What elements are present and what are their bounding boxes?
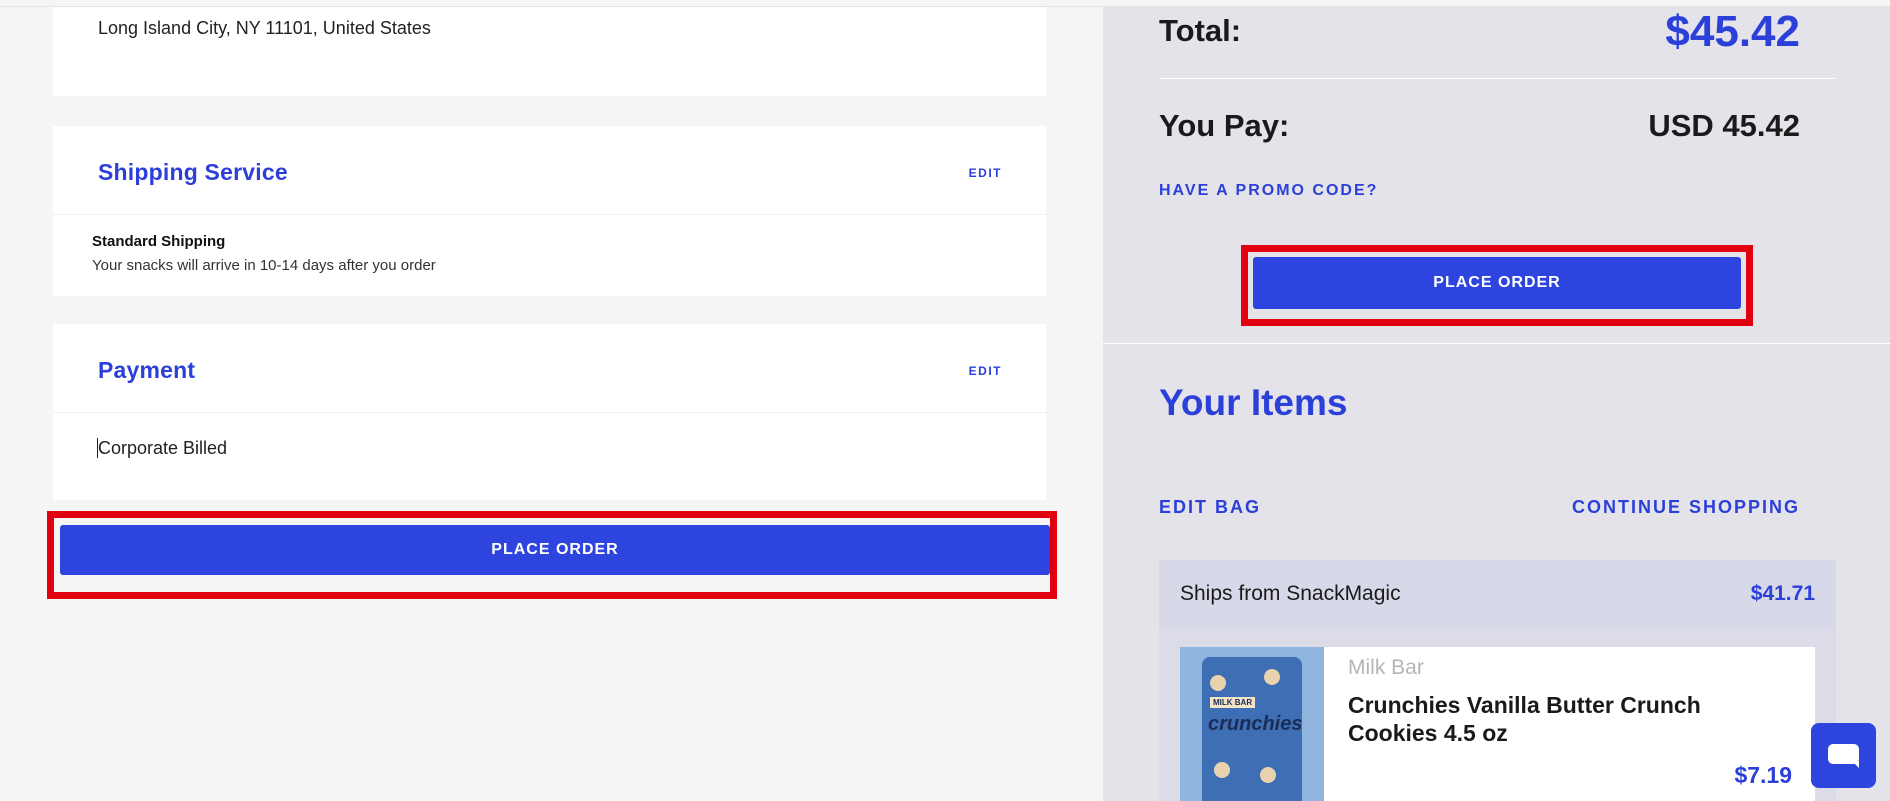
place-order-button[interactable]: PLACE ORDER — [60, 525, 1050, 575]
ships-from-group: Ships from SnackMagic $41.71 MILK BAR cr… — [1159, 560, 1836, 801]
total-label: Total: — [1159, 13, 1242, 48]
shipping-service-card: Shipping Service EDIT Standard Shipping … — [53, 126, 1046, 296]
checkout-details: Long Island City, NY 11101, United State… — [0, 7, 1103, 801]
chat-button[interactable] — [1811, 723, 1876, 788]
item-brand: Milk Bar — [1348, 656, 1424, 679]
payment-card: Payment EDIT Corporate Billed — [53, 324, 1046, 500]
edit-bag-link[interactable]: EDIT BAG — [1159, 497, 1261, 518]
place-order-highlight: PLACE ORDER — [47, 511, 1057, 599]
product-image-name: crunchies — [1208, 713, 1303, 735]
promo-code-link[interactable]: HAVE A PROMO CODE? — [1159, 182, 1378, 200]
shipping-service-header: Shipping Service EDIT — [53, 126, 1046, 215]
cookie-graphic — [1264, 669, 1280, 685]
payment-method: Corporate Billed — [98, 438, 228, 458]
payment-header: Payment EDIT — [53, 324, 1046, 413]
shipping-edit-link[interactable]: EDIT — [969, 166, 1002, 180]
you-pay-label: You Pay: — [1159, 108, 1290, 143]
ships-from-header: Ships from SnackMagic $41.71 — [1159, 560, 1836, 627]
place-order-highlight-summary: PLACE ORDER — [1241, 245, 1753, 326]
list-item[interactable]: MILK BAR crunchies Milk Bar Crunchies Va… — [1180, 647, 1815, 801]
item-name[interactable]: Crunchies Vanilla Butter Crunch Cookies … — [1348, 691, 1708, 747]
address-line: Long Island City, NY 11101, United State… — [98, 18, 431, 38]
you-pay-value: USD 45.42 — [1648, 108, 1800, 143]
shipping-address-card: Long Island City, NY 11101, United State… — [53, 7, 1046, 96]
product-image: MILK BAR crunchies — [1180, 647, 1324, 801]
shipping-service-title: Shipping Service — [98, 159, 288, 185]
continue-shopping-link[interactable]: CONTINUE SHOPPING — [1572, 497, 1800, 518]
cookie-graphic — [1214, 762, 1230, 778]
total-value: $45.42 — [1665, 7, 1800, 56]
cookie-graphic — [1260, 767, 1276, 783]
ships-from-amount: $41.71 — [1750, 582, 1815, 605]
summary-divider — [1159, 78, 1836, 79]
payment-edit-link[interactable]: EDIT — [969, 364, 1002, 378]
shipping-method: Standard Shipping — [92, 233, 226, 250]
product-image-brand: MILK BAR — [1210, 697, 1256, 708]
your-items-title: Your Items — [1159, 382, 1348, 423]
shipping-description: Your snacks will arrive in 10-14 days af… — [92, 257, 436, 274]
payment-title: Payment — [98, 357, 196, 383]
ships-from-label: Ships from SnackMagic — [1180, 582, 1401, 605]
order-summary-panel: Total: $45.42 You Pay: USD 45.42 HAVE A … — [1103, 7, 1890, 801]
cookie-graphic — [1210, 675, 1226, 691]
place-order-button-summary[interactable]: PLACE ORDER — [1253, 257, 1741, 309]
item-price: $7.19 — [1734, 762, 1792, 788]
section-divider — [1103, 343, 1890, 344]
